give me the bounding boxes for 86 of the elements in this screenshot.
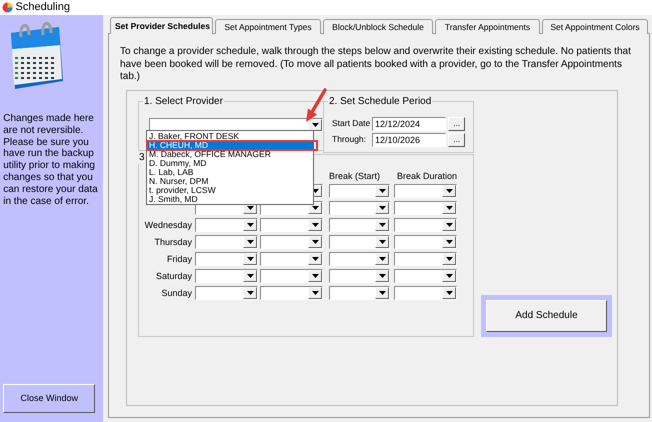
time-dropdown[interactable] bbox=[260, 269, 323, 284]
caret-icon bbox=[312, 274, 318, 278]
dropdown-option[interactable]: L. Lab, LAB bbox=[147, 168, 313, 177]
time-dropdown[interactable] bbox=[329, 184, 390, 198]
warning-text: Changes made here are not reversible. Please be sure you have run the backup utility prior to making changes so that you can restore your data in the case of error. bbox=[2, 113, 99, 208]
caret-icon bbox=[312, 223, 318, 228]
time-dropdown[interactable] bbox=[195, 286, 258, 300]
dropdown-option[interactable]: N. Nurser, DPM bbox=[147, 177, 313, 186]
close-window-button[interactable]: Close Window bbox=[3, 384, 96, 413]
tab[interactable]: Set Appointment Types bbox=[215, 19, 321, 34]
caret-icon bbox=[378, 274, 386, 278]
day-label: Thursday bbox=[153, 236, 193, 248]
caret-icon bbox=[378, 189, 386, 194]
window-title: Scheduling bbox=[16, 0, 70, 14]
time-dropdown[interactable] bbox=[195, 235, 258, 250]
caret-icon bbox=[378, 291, 386, 296]
dropdown-option[interactable]: J. Baker, FRONT DESK bbox=[147, 132, 313, 141]
time-dropdown[interactable] bbox=[329, 269, 390, 284]
dropdown-option[interactable]: J. Smith, MD bbox=[147, 195, 313, 204]
caret-icon bbox=[312, 257, 318, 262]
caret-icon bbox=[446, 291, 452, 296]
tab[interactable]: Block/Unblock Schedule bbox=[323, 19, 433, 34]
column-header: Break Duration bbox=[397, 170, 458, 182]
date-picker-button[interactable]: ... bbox=[448, 116, 466, 130]
group-title: 1. Select Provider bbox=[143, 96, 224, 108]
caret-icon bbox=[312, 122, 318, 126]
group-title: 2. Set Schedule Period bbox=[328, 96, 432, 108]
time-dropdown[interactable] bbox=[195, 269, 258, 284]
field-label: Start Date bbox=[332, 118, 372, 129]
day-label: Saturday bbox=[154, 270, 193, 282]
add-schedule-button[interactable]: Add Schedule bbox=[486, 300, 607, 332]
tab[interactable]: Set Appointment Colors bbox=[542, 19, 648, 34]
time-dropdown[interactable] bbox=[394, 184, 457, 198]
time-dropdown[interactable] bbox=[260, 286, 323, 300]
time-dropdown[interactable] bbox=[394, 286, 457, 300]
caret-icon bbox=[246, 223, 254, 228]
caret-icon bbox=[446, 189, 452, 194]
dropdown-option[interactable]: M. Dabeck, OFFICE MANAGER bbox=[147, 150, 313, 159]
day-label: Wednesday bbox=[144, 220, 193, 231]
caret-icon bbox=[446, 257, 452, 262]
time-dropdown[interactable] bbox=[329, 252, 390, 266]
caret-icon bbox=[378, 223, 386, 228]
caret-icon bbox=[246, 291, 254, 296]
caret-icon bbox=[312, 206, 318, 210]
time-dropdown[interactable] bbox=[195, 218, 258, 232]
annotation-arrow bbox=[305, 88, 327, 123]
app-icon bbox=[2, 2, 14, 13]
date-field[interactable]: 12/10/2026 bbox=[372, 132, 446, 146]
caret-icon bbox=[446, 274, 452, 278]
time-dropdown[interactable] bbox=[394, 201, 457, 216]
time-dropdown[interactable] bbox=[329, 218, 390, 232]
caret-icon bbox=[312, 240, 318, 244]
caret-icon bbox=[446, 206, 452, 210]
time-dropdown[interactable] bbox=[394, 235, 457, 250]
time-dropdown[interactable] bbox=[329, 235, 390, 250]
dropdown-option[interactable]: D. Dummy, MD bbox=[147, 159, 313, 168]
tab[interactable]: Transfer Appointments bbox=[435, 19, 540, 34]
dropdown-option[interactable]: t. provider, LCSW bbox=[147, 186, 313, 195]
column-header: Break (Start) bbox=[329, 170, 382, 182]
time-dropdown[interactable] bbox=[195, 252, 258, 266]
caret-icon bbox=[312, 291, 318, 296]
caret-icon bbox=[378, 257, 386, 262]
caret-icon bbox=[246, 257, 254, 262]
time-dropdown[interactable] bbox=[260, 252, 323, 266]
caret-icon bbox=[246, 274, 254, 278]
day-label: Friday bbox=[166, 254, 193, 265]
time-dropdown[interactable] bbox=[329, 201, 390, 216]
caret-icon bbox=[446, 223, 452, 228]
group-title: 3 bbox=[138, 152, 146, 164]
day-label: Sunday bbox=[160, 288, 193, 299]
provider-dropdown[interactable] bbox=[149, 118, 323, 132]
time-dropdown[interactable] bbox=[260, 235, 323, 250]
caret-icon bbox=[246, 240, 254, 244]
date-picker-button[interactable]: ... bbox=[448, 132, 466, 146]
caret-icon bbox=[446, 240, 452, 244]
time-dropdown[interactable] bbox=[394, 218, 457, 232]
field-label: Through: bbox=[332, 134, 368, 145]
tab[interactable]: Set Provider Schedules bbox=[110, 17, 213, 34]
instructions-text: To change a provider schedule, walk through the steps below and overwrite their existing schedule. No patients that have been booked will be removed. (To move all patients booked with a provider, go to the Transfer Appointments tab.) bbox=[120, 46, 632, 84]
time-dropdown[interactable] bbox=[260, 218, 323, 232]
caret-icon bbox=[378, 240, 386, 244]
date-field[interactable]: 12/12/2024 bbox=[372, 116, 446, 130]
time-dropdown[interactable] bbox=[394, 269, 457, 284]
time-dropdown[interactable] bbox=[394, 252, 457, 266]
caret-icon bbox=[378, 206, 386, 210]
time-dropdown[interactable] bbox=[329, 286, 390, 300]
